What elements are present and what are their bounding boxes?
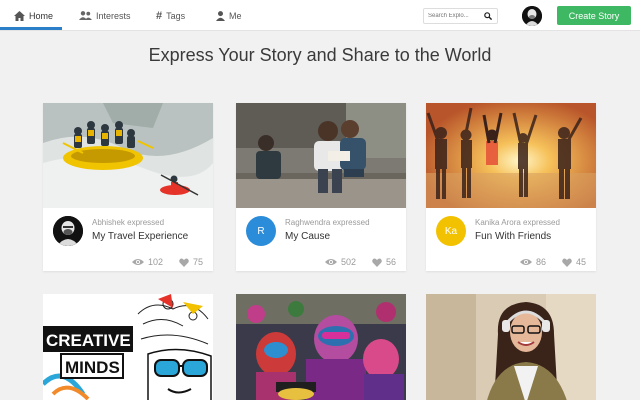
story-card[interactable] [236,294,406,400]
tab-tags[interactable]: # Tags [156,0,185,31]
author-avatar[interactable] [53,216,83,246]
hash-icon: # [156,9,163,22]
author-avatar[interactable]: Ka [436,216,466,246]
likes-count: 45 [575,257,586,267]
eye-icon [324,259,337,265]
story-card[interactable]: CREATIVE MINDS [43,294,213,400]
tab-me[interactable]: Me [216,0,242,31]
tab-label: Home [29,10,54,21]
author-name[interactable]: Kanika Arora [475,218,521,227]
story-card[interactable] [426,294,596,400]
heart-icon[interactable] [372,258,382,267]
tab-label: Tags [166,10,186,21]
home-icon [14,10,25,21]
user-avatar[interactable] [522,6,542,26]
story-card[interactable]: R Raghwendra expressed My Cause 502 56 [236,103,406,271]
creative-minds-illustration: CREATIVE MINDS [43,294,213,400]
story-photo-rafting [43,103,213,208]
heart-icon[interactable] [562,258,572,267]
search-box [423,8,498,24]
eye-icon [519,259,532,265]
story-card[interactable]: Ka Kanika Arora expressed Fun With Frien… [426,103,596,271]
views-count: 86 [535,257,546,267]
search-input[interactable] [424,9,482,23]
author-name[interactable]: Raghwendra [285,218,330,227]
story-author-line: Raghwendra expressed [285,218,370,227]
holi-festival-photo [236,294,406,400]
story-title[interactable]: My Travel Experience [92,231,188,242]
create-story-button[interactable]: Create Story [557,6,631,25]
eye-icon [131,259,144,265]
story-author-line: Kanika Arora expressed [475,218,560,227]
story-card[interactable]: Abhishek expressed My Travel Experience … [43,103,213,271]
tab-label: Interests [96,10,131,21]
user-icon [216,10,225,21]
heart-icon[interactable] [179,258,189,267]
woman-with-headphones-photo [426,294,596,400]
active-tab-indicator [0,27,62,30]
author-verb: expressed [127,218,165,227]
author-verb: expressed [332,218,370,227]
story-title[interactable]: My Cause [285,231,330,242]
author-avatar[interactable]: R [246,216,276,246]
likes-count: 75 [192,257,203,267]
page-headline: Express Your Story and Share to the Worl… [148,45,492,65]
tab-interests[interactable]: Interests [79,0,131,31]
creative-text: CREATIVE [46,331,131,350]
story-photo-friends-beach [426,103,596,208]
author-name[interactable]: Abhishek [92,218,125,227]
top-nav: Home Interests # Tags Me Create Story [0,0,640,31]
views-count: 102 [147,257,163,267]
story-title[interactable]: Fun With Friends [475,231,551,242]
story-stats: 102 75 [131,257,203,267]
tab-label: Me [229,10,242,21]
story-stats: 86 45 [519,257,586,267]
story-author-line: Abhishek expressed [92,218,164,227]
story-stats: 502 56 [324,257,396,267]
users-icon [79,11,92,20]
story-photo-children [236,103,406,208]
likes-count: 56 [385,257,396,267]
author-verb: expressed [523,218,560,227]
minds-text: MINDS [65,358,120,377]
search-icon[interactable] [482,9,494,23]
views-count: 502 [340,257,356,267]
